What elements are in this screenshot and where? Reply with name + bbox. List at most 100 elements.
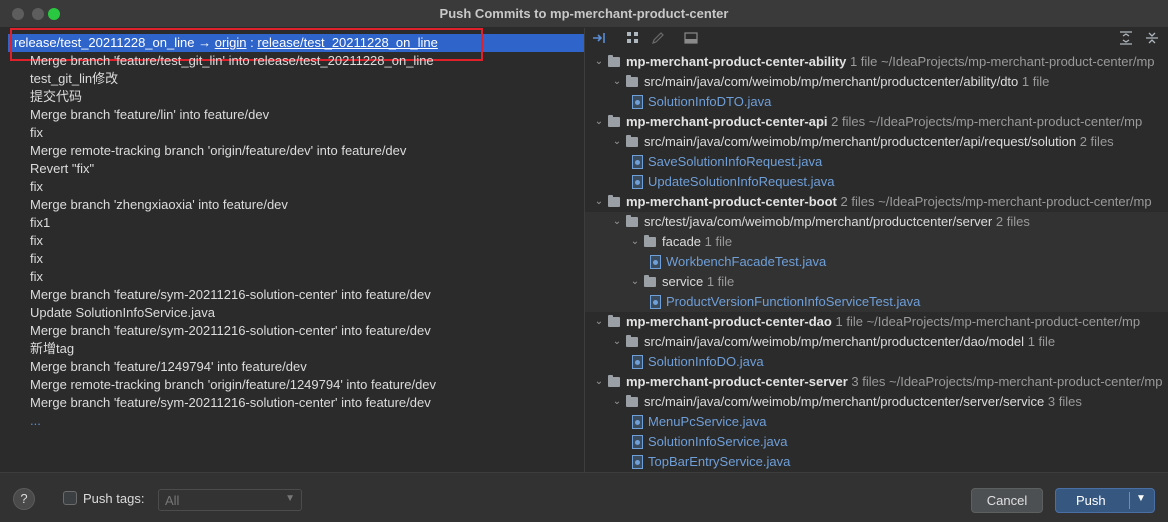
changes-tree: ⌄ mp-merchant-product-center-ability 1 fi… [585, 52, 1168, 472]
tree-node-module[interactable]: ⌄ mp-merchant-product-center-ability 1 fi… [585, 52, 1168, 72]
commit-item[interactable]: 提交代码 [30, 88, 436, 106]
chevron-down-icon[interactable]: ⌄ [629, 272, 641, 292]
node-name: SaveSolutionInfoRequest.java [648, 154, 823, 169]
file-count: 1 file [1027, 334, 1056, 349]
tree-node-label: MenuPcService.java [648, 412, 767, 432]
tree-node-folder[interactable]: ⌄ facade 1 file [585, 232, 1168, 252]
tree-node-file[interactable]: SolutionInfoDO.java [585, 352, 1168, 372]
chevron-down-icon[interactable]: ⌄ [611, 212, 623, 232]
tree-node-module[interactable]: ⌄ mp-merchant-product-center-server 3 fil… [585, 372, 1168, 392]
commit-item[interactable]: Revert "fix" [30, 160, 436, 178]
tree-node-file[interactable]: TopBarEntryService.java [585, 452, 1168, 472]
tree-node-folder[interactable]: ⌄ src/main/java/com/weimob/mp/merchant/pr… [585, 72, 1168, 92]
commit-item[interactable]: test_git_lin修改 [30, 70, 436, 88]
push-tags-checkbox[interactable] [63, 491, 77, 505]
commit-item[interactable]: fix [30, 232, 436, 250]
java-file-icon [632, 355, 643, 369]
node-name: src/test/java/com/weimob/mp/merchant/pro… [644, 214, 993, 229]
changes-toolbar [585, 28, 1168, 50]
commit-item[interactable]: Merge branch 'feature/1249794' into feat… [30, 358, 436, 376]
chevron-down-icon[interactable]: ⌄ [593, 312, 605, 332]
window-title: Push Commits to mp-merchant-product-cent… [439, 6, 729, 21]
chevron-down-icon[interactable]: ⌄ [611, 132, 623, 152]
tree-node-module[interactable]: ⌄ mp-merchant-product-center-api 2 files … [585, 112, 1168, 132]
tree-node-file[interactable]: UpdateSolutionInfoRequest.java [585, 172, 1168, 192]
file-count: 1 file [849, 54, 878, 69]
tree-node-label: mp-merchant-product-center-ability 1 fil… [626, 52, 1155, 72]
chevron-down-icon[interactable]: ⌄ [593, 112, 605, 132]
expand-all-icon[interactable] [1118, 31, 1134, 47]
commit-item[interactable]: Merge branch 'feature/sym-20211216-solut… [30, 286, 436, 304]
file-count: 2 files [995, 214, 1030, 229]
tree-node-file[interactable]: MenuPcService.java [585, 412, 1168, 432]
commit-item[interactable]: Merge remote-tracking branch 'origin/fea… [30, 142, 436, 160]
more-commits-link[interactable]: ... [30, 412, 436, 430]
commit-item[interactable]: Merge branch 'feature/lin' into feature/… [30, 106, 436, 124]
commit-item[interactable]: Update SolutionInfoService.java [30, 304, 436, 322]
node-name: mp-merchant-product-center-server [626, 374, 848, 389]
commit-item[interactable]: fix [30, 178, 436, 196]
tree-node-label: SolutionInfoDO.java [648, 352, 764, 372]
tree-node-module[interactable]: ⌄ mp-merchant-product-center-boot 2 files… [585, 192, 1168, 212]
push-tags-select[interactable]: All ▼ [158, 489, 302, 511]
chevron-down-icon[interactable]: ⌄ [611, 332, 623, 352]
java-file-icon [632, 95, 643, 109]
commit-item[interactable]: fix [30, 124, 436, 142]
commit-item[interactable]: fix [30, 250, 436, 268]
node-name: TopBarEntryService.java [648, 454, 791, 469]
tree-node-label: mp-merchant-product-center-dao 1 file ~/… [626, 312, 1140, 332]
tree-node-module[interactable]: ⌄ mp-merchant-product-center-dao 1 file ~… [585, 312, 1168, 332]
commit-item[interactable]: Merge branch 'feature/test_git_lin' into… [30, 52, 436, 70]
node-name: facade [662, 234, 702, 249]
tree-node-file[interactable]: SolutionInfoDTO.java [585, 92, 1168, 112]
commit-item[interactable]: fix1 [30, 214, 436, 232]
folder-icon [626, 335, 638, 347]
java-file-icon [632, 155, 643, 169]
commit-item[interactable]: Merge branch 'feature/sym-20211216-solut… [30, 394, 436, 412]
module-path: ~/IdeaProjects/mp-merchant-product-cente… [866, 314, 1141, 329]
push-options-chevron-icon[interactable]: ▼ [1136, 493, 1146, 504]
folder-icon [626, 135, 638, 147]
module-path: ~/IdeaProjects/mp-merchant-product-cente… [889, 374, 1163, 389]
tree-node-folder[interactable]: ⌄ src/main/java/com/weimob/mp/merchant/pr… [585, 392, 1168, 412]
edit-icon[interactable] [650, 31, 666, 47]
commit-item[interactable]: fix [30, 268, 436, 286]
tree-node-folder[interactable]: ⌄ service 1 file [585, 272, 1168, 292]
commit-item[interactable]: Merge remote-tracking branch 'origin/fea… [30, 376, 436, 394]
show-diff-icon[interactable] [591, 31, 607, 47]
chevron-down-icon[interactable]: ⌄ [611, 72, 623, 92]
chevron-down-icon[interactable]: ⌄ [593, 372, 605, 392]
folder-icon [608, 375, 620, 387]
chevron-down-icon[interactable]: ⌄ [611, 392, 623, 412]
tree-node-folder[interactable]: ⌄ src/main/java/com/weimob/mp/merchant/pr… [585, 132, 1168, 152]
tree-node-folder[interactable]: ⌄ src/test/java/com/weimob/mp/merchant/pr… [585, 212, 1168, 232]
node-name: MenuPcService.java [648, 414, 767, 429]
push-button[interactable]: Push ▼ [1055, 488, 1155, 513]
java-file-icon [632, 415, 643, 429]
tree-node-folder[interactable]: ⌄ src/main/java/com/weimob/mp/merchant/pr… [585, 332, 1168, 352]
chevron-down-icon[interactable]: ⌄ [593, 192, 605, 212]
node-name: SolutionInfoService.java [648, 434, 788, 449]
help-button[interactable]: ? [13, 488, 35, 510]
commit-list: Merge branch 'feature/test_git_lin' into… [30, 52, 436, 430]
chevron-down-icon[interactable]: ⌄ [593, 52, 605, 72]
tree-node-file[interactable]: SolutionInfoService.java [585, 432, 1168, 452]
cancel-button[interactable]: Cancel [971, 488, 1043, 513]
tree-node-file[interactable]: WorkbenchFacadeTest.java [585, 252, 1168, 272]
commit-item[interactable]: Merge branch 'zhengxiaoxia' into feature… [30, 196, 436, 214]
tree-icon[interactable] [683, 31, 699, 47]
file-count: 3 files [851, 374, 886, 389]
tree-node-label: UpdateSolutionInfoRequest.java [648, 172, 834, 192]
commits-panel: release/test_20211228_on_line → origin :… [0, 28, 584, 472]
group-by-icon[interactable] [625, 31, 641, 47]
folder-icon [608, 315, 620, 327]
tree-node-file[interactable]: SaveSolutionInfoRequest.java [585, 152, 1168, 172]
commit-item[interactable]: Merge branch 'feature/sym-20211216-solut… [30, 322, 436, 340]
tree-node-label: src/main/java/com/weimob/mp/merchant/pro… [644, 132, 1114, 152]
node-name: UpdateSolutionInfoRequest.java [648, 174, 835, 189]
tree-node-file[interactable]: ProductVersionFunctionInfoServiceTest.ja… [585, 292, 1168, 312]
node-name: src/main/java/com/weimob/mp/merchant/pro… [644, 134, 1077, 149]
chevron-down-icon[interactable]: ⌄ [629, 232, 641, 252]
commit-item[interactable]: 新增tag [30, 340, 436, 358]
collapse-all-icon[interactable] [1144, 31, 1160, 47]
